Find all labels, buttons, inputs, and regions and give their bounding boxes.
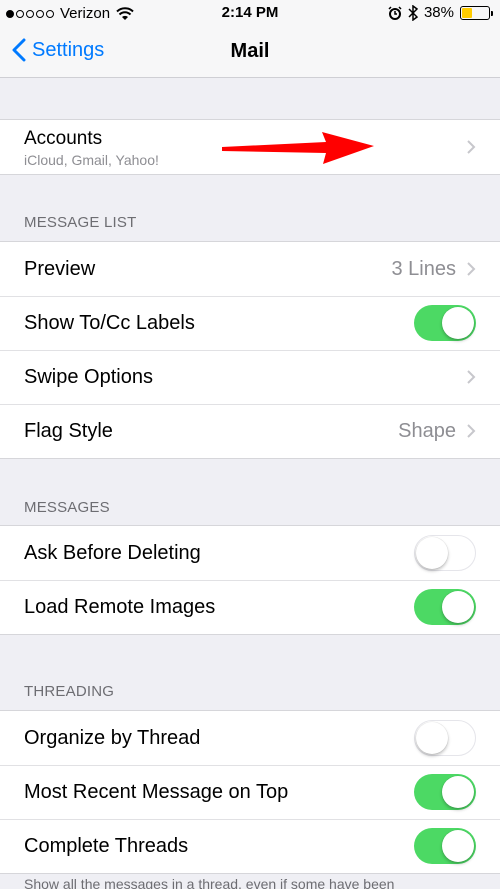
swipe-options-label: Swipe Options — [24, 365, 153, 388]
load-remote-images-label: Load Remote Images — [24, 595, 216, 618]
complete-threads-toggle[interactable] — [414, 828, 476, 864]
section-header-threading: THREADING — [24, 683, 115, 700]
preview-row[interactable]: Preview 3 Lines — [0, 242, 500, 296]
complete-threads-label: Complete Threads — [24, 834, 189, 857]
show-to-cc-row: Show To/Cc Labels — [0, 296, 500, 350]
organize-by-thread-toggle[interactable] — [414, 720, 476, 756]
load-remote-images-row: Load Remote Images — [0, 580, 500, 634]
complete-threads-row: Complete Threads — [0, 819, 500, 873]
preview-value: 3 Lines — [391, 257, 457, 280]
page-title: Mail — [230, 40, 270, 62]
chevron-right-icon — [467, 424, 476, 438]
flag-style-label: Flag Style — [24, 419, 113, 442]
ask-before-deleting-label: Ask Before Deleting — [24, 541, 201, 564]
section-header-messages: MESSAGES — [24, 499, 110, 516]
battery-percent: 38% — [423, 4, 454, 21]
preview-label: Preview — [24, 257, 96, 280]
organize-by-thread-row: Organize by Thread — [0, 711, 500, 765]
swipe-options-right — [466, 369, 476, 385]
load-remote-images-toggle[interactable] — [414, 589, 476, 625]
chevron-right-icon — [467, 140, 476, 154]
alarm-icon — [388, 5, 402, 20]
bluetooth-icon — [408, 4, 418, 21]
ask-before-deleting-toggle[interactable] — [414, 535, 476, 571]
flag-style-value: Shape — [398, 419, 456, 442]
status-bar: Verizon 2:14 PM 38% — [0, 0, 500, 28]
chevron-right-icon — [467, 262, 476, 276]
organize-by-thread-right — [414, 720, 476, 756]
most-recent-on-top-label: Most Recent Message on Top — [24, 780, 289, 803]
flag-style-right: Shape — [398, 420, 476, 443]
flag-style-row[interactable]: Flag Style Shape — [0, 404, 500, 458]
show-to-cc-toggle[interactable] — [414, 305, 476, 341]
most-recent-on-top-toggle[interactable] — [414, 774, 476, 810]
chevron-right-icon — [467, 370, 476, 384]
threading-footer-text: Show all the messages in a thread, even … — [24, 876, 395, 889]
preview-right: 3 Lines — [392, 258, 477, 281]
swipe-options-row[interactable]: Swipe Options — [0, 350, 500, 404]
battery-icon — [460, 5, 493, 20]
most-recent-on-top-row: Most Recent Message on Top — [0, 765, 500, 819]
most-recent-on-top-right — [414, 774, 476, 810]
battery-level-fill — [462, 7, 472, 18]
complete-threads-right — [414, 828, 476, 864]
messages-group: Ask Before Deleting Load Remote Images — [0, 525, 500, 635]
load-remote-images-right — [414, 589, 476, 625]
navigation-bar: Settings Mail — [0, 28, 500, 78]
ask-before-deleting-right — [414, 535, 476, 571]
show-to-cc-label: Show To/Cc Labels — [24, 311, 195, 334]
section-header-message-list: MESSAGE LIST — [24, 214, 137, 231]
accounts-right — [466, 139, 476, 155]
show-to-cc-right — [414, 305, 476, 341]
message-list-group: Preview 3 Lines Show To/Cc Labels Swipe … — [0, 241, 500, 459]
annotation-arrow-icon — [222, 132, 374, 164]
status-right: 38% — [388, 4, 493, 21]
organize-by-thread-label: Organize by Thread — [24, 726, 201, 749]
threading-group: Organize by Thread Most Recent Message o… — [0, 710, 500, 874]
mail-settings-screen: Verizon 2:14 PM 38% Settings Mail Accoun… — [0, 0, 500, 889]
ask-before-deleting-row: Ask Before Deleting — [0, 526, 500, 580]
